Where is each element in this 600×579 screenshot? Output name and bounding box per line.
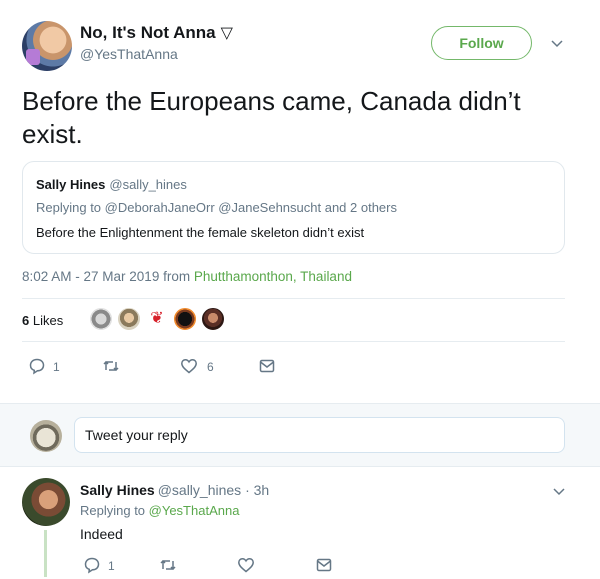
quoted-author-name: Sally Hines <box>36 177 106 192</box>
quoted-author: Sally Hines @sally_hines <box>36 177 187 192</box>
reply-author[interactable]: Sally Hines @sally_hines · 3h <box>80 482 269 498</box>
retweet-icon[interactable] <box>159 556 177 574</box>
reply-input[interactable]: Tweet your reply <box>74 417 565 453</box>
heart-icon[interactable] <box>180 357 198 375</box>
divider <box>22 298 565 299</box>
follow-button[interactable]: Follow <box>431 26 532 60</box>
likes-label: Likes <box>29 313 64 328</box>
tweet-text: Before the Europeans came, Canada didn’t… <box>22 86 521 149</box>
author-name[interactable]: No, It's Not Anna ▽ <box>80 23 233 43</box>
replying-to-link[interactable]: @YesThatAnna <box>149 503 240 518</box>
heart-icon[interactable] <box>237 556 255 574</box>
like-count: 6 <box>207 360 214 374</box>
reply-icon[interactable] <box>83 556 101 574</box>
author-avatar[interactable] <box>22 21 72 71</box>
message-icon[interactable] <box>315 556 333 574</box>
triangle-down-icon: ▽ <box>220 25 233 42</box>
chevron-down-icon[interactable] <box>552 484 566 498</box>
timestamp-text: 8:02 AM - 27 Mar 2019 from <box>22 269 194 284</box>
reply-text: Indeed <box>80 526 123 542</box>
reply-author-handle: @sally_hines · 3h <box>157 482 270 498</box>
reply-count: 1 <box>53 360 60 374</box>
author-handle[interactable]: @YesThatAnna <box>80 46 178 62</box>
liker-avatar[interactable] <box>201 307 225 331</box>
retweet-icon[interactable] <box>102 357 120 375</box>
reply-replying-to: Replying to @YesThatAnna <box>80 503 239 518</box>
reply-author-avatar[interactable] <box>22 478 70 526</box>
liker-avatar[interactable] <box>117 307 141 331</box>
quoted-replying-to: Replying to @DeborahJaneOrr @JaneSehnsuc… <box>36 200 397 215</box>
maple-leaf-icon[interactable]: ❦ <box>145 307 169 331</box>
thread-line <box>44 530 47 577</box>
message-icon[interactable] <box>258 357 276 375</box>
reply-count: 1 <box>108 559 115 573</box>
liker-avatar[interactable] <box>173 307 197 331</box>
location-link[interactable]: Phutthamonthon, Thailand <box>194 269 352 284</box>
divider <box>22 341 565 342</box>
reply-author-name: Sally Hines <box>80 482 155 498</box>
author-display-name: No, It's Not Anna <box>80 23 216 42</box>
reply-icon[interactable] <box>28 357 46 375</box>
likes-count[interactable]: 6 Likes <box>22 313 63 328</box>
quoted-tweet-text: Before the Enlightenment the female skel… <box>36 225 365 240</box>
chevron-down-icon[interactable] <box>550 36 564 50</box>
user-avatar <box>30 420 62 452</box>
liker-avatar[interactable] <box>89 307 113 331</box>
replying-prefix: Replying to <box>80 503 149 518</box>
quoted-author-handle: @sally_hines <box>109 177 187 192</box>
tweet-timestamp: 8:02 AM - 27 Mar 2019 from Phutthamontho… <box>22 269 352 284</box>
